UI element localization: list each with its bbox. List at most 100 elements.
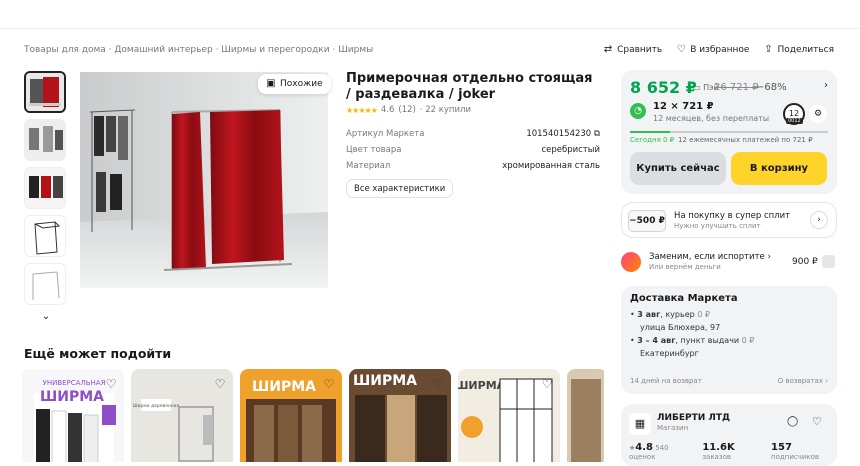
similar-button[interactable]: ▣ Похожие (258, 74, 331, 94)
insurance-logo-icon (621, 252, 641, 272)
old-price: 26 721 ₽ (714, 82, 759, 93)
compare-icon: ⇄ (603, 44, 613, 55)
courier-option[interactable]: • 3 авг, курьер 0 ₽ (630, 310, 710, 319)
seller-stats: ★4.8 540 оценок 11.6K заказов 157 подпис… (629, 442, 837, 461)
product-card[interactable]: Ширма деревянная ♡ (131, 369, 233, 462)
breadcrumb-item[interactable]: Ширмы (338, 45, 373, 55)
spec-row: Материал хромированная сталь (346, 158, 600, 174)
spec-row: Артикул Маркета 101540154230 ⧉ (346, 126, 600, 142)
insurance-option[interactable]: Заменим, если испортите › Или вернём ден… (621, 250, 837, 276)
svg-text:Ширма деревянная: Ширма деревянная (133, 403, 180, 409)
seller-subs: 157 подписчиков (771, 442, 837, 461)
split-pie-icon: ◔ (630, 103, 646, 119)
product-main-image[interactable] (80, 72, 328, 288)
buy-now-button[interactable]: Купить сейчас (630, 152, 726, 185)
thumbnail[interactable] (24, 215, 66, 257)
article-number: 101540154230 (526, 129, 592, 139)
settings-sliders-icon[interactable]: ⚙ (809, 105, 827, 123)
seller-subs-value: 157 (771, 442, 792, 453)
seller-rating-value: 4.8 (635, 442, 653, 453)
thumbnail-image (25, 216, 65, 256)
favorite-heart-icon[interactable]: ♡ (322, 377, 336, 391)
pickup-text: , пункт выдачи (675, 336, 740, 345)
about-return-text: О возвратах (777, 377, 823, 385)
copy-icon[interactable]: ⧉ (594, 129, 600, 139)
split-amount[interactable]: 12 × 721 ₽ (653, 101, 714, 112)
favorite-heart-icon[interactable]: ♡ (213, 377, 227, 391)
thumbnail[interactable] (24, 263, 66, 305)
spec-value: хромированная сталь (502, 161, 600, 171)
price: 8 652 ₽ (630, 78, 697, 97)
compare-label: Сравнить (617, 45, 663, 55)
pickup-price: 0 ₽ (741, 336, 755, 345)
favorite-heart-icon[interactable]: ♡ (104, 377, 118, 391)
product-card[interactable]: ШИРМА ♡ (349, 369, 451, 462)
rating-value: 4.6 (380, 105, 395, 115)
monthly-payments: 12 ежемесячных платежей по 721 ₽ (678, 136, 813, 144)
insurance-checkbox[interactable] (822, 255, 835, 268)
chevron-down-icon[interactable]: ⌄ (24, 311, 68, 322)
delivery-box: Доставка Маркета • 3 авг, курьер 0 ₽ ули… (621, 286, 837, 394)
seller-name[interactable]: ЛИБЕРТИ ЛТД (657, 413, 730, 423)
reviews-count: (12) (398, 105, 416, 115)
spec-key: Артикул Маркета (346, 129, 425, 139)
product-card[interactable]: ШИРМА ♡ (458, 369, 560, 462)
svg-text:ШИРМА: ШИРМА (458, 379, 506, 392)
add-to-cart-button[interactable]: В корзину (731, 152, 827, 185)
courier-address: улица Блюхера, 97 (640, 323, 721, 332)
delivery-title: Доставка Маркета (630, 293, 738, 304)
card-image (567, 369, 604, 462)
recommend-title: Ещё может подойти (24, 346, 172, 361)
compare-button[interactable]: ⇄ Сравнить (603, 44, 663, 56)
insurance-title-text: Заменим, если испортите (649, 252, 765, 262)
breadcrumb-item[interactable]: Ширмы и перегородки (221, 45, 329, 55)
thumbnail-strip: ⌄ (24, 71, 68, 322)
favorite-button[interactable]: ♡ В избранное (676, 45, 750, 56)
seller-subs-label: подписчиков (771, 453, 820, 461)
share-label: Поделиться (777, 45, 834, 55)
split-terms: 12 месяцев, без переплаты (653, 114, 770, 123)
product-card[interactable]: ШИРМА ♡ (240, 369, 342, 462)
chat-icon[interactable]: ◯ (787, 416, 798, 427)
thumbnail[interactable] (24, 71, 66, 113)
favorite-heart-icon[interactable]: ♡ (431, 377, 445, 391)
similar-label: Похожие (280, 79, 323, 89)
favorite-heart-icon[interactable]: ♡ (540, 377, 554, 391)
pickup-option[interactable]: • 3 – 4 авг, пункт выдачи 0 ₽ (630, 336, 754, 345)
seller-box[interactable]: ▦ ЛИБЕРТИ ЛТД Магазин ◯ ♡ ★4.8 540 оцено… (621, 404, 837, 466)
split-promo[interactable]: −500 ₽ На покупку в супер сплит Нужно ул… (621, 202, 837, 238)
recommend-cards: УНИВЕРСАЛЬНАЯ ШИРМА ♡ Ширма деревянная ♡… (22, 369, 604, 462)
product-card[interactable]: УНИВЕРСАЛЬНАЯ ШИРМА ♡ (22, 369, 124, 462)
promo-subtitle: Нужно улучшить сплит (674, 222, 761, 230)
about-return-link[interactable]: О возвратах › (778, 377, 828, 385)
spec-row: Цвет товара серебристый (346, 142, 600, 158)
bought-count: · 22 купили (419, 105, 471, 115)
product-rating[interactable]: ★★★★★ 4.6 (12) · 22 купили (346, 105, 471, 115)
specs-list: Артикул Маркета 101540154230 ⧉ Цвет товар… (346, 126, 600, 174)
thumbnail-image (26, 73, 64, 111)
insurance-title: Заменим, если испортите › (649, 252, 771, 262)
thumbnail[interactable] (24, 119, 66, 161)
seller-orders: 11.6K заказов (702, 442, 761, 461)
product-card[interactable] (567, 369, 604, 462)
split-progress (630, 131, 828, 133)
rating-stars-icon: ★★★★★ (346, 105, 378, 115)
all-specs-button[interactable]: Все характеристики (346, 179, 454, 198)
shop-icon: ▦ (629, 413, 651, 435)
courier-price: 0 ₽ (697, 310, 710, 319)
thumbnail[interactable] (24, 167, 66, 209)
breadcrumb-item[interactable]: Товары для дома (24, 45, 106, 55)
pickup-date: 3 – 4 авг (637, 336, 676, 345)
arrow-right-icon[interactable]: › (810, 211, 828, 229)
spec-key: Материал (346, 161, 391, 171)
spec-value: 101540154230 ⧉ (526, 129, 600, 139)
split-period-badge: 0012 (786, 118, 803, 124)
product-title: Примерочная отдельно стоящая / раздевалк… (346, 71, 593, 102)
insurance-subtitle: Или вернём деньги (649, 263, 721, 271)
seller-orders-label: заказов (702, 453, 731, 461)
heart-icon[interactable]: ♡ (812, 415, 822, 428)
share-button[interactable]: ⇪ Поделиться (763, 45, 834, 56)
chevron-right-icon[interactable]: › (824, 80, 828, 91)
header-actions: ⇄ Сравнить ♡ В избранное ⇪ Поделиться (603, 44, 834, 56)
breadcrumb-item[interactable]: Домашний интерьер (114, 45, 212, 55)
